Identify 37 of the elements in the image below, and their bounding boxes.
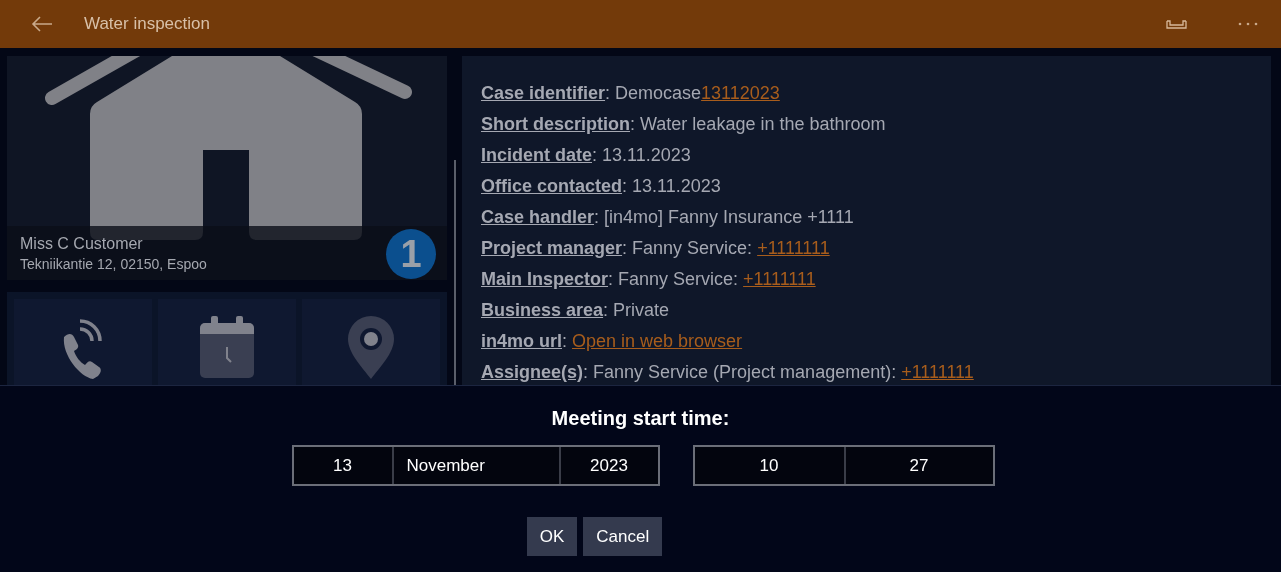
call-button[interactable] [14,299,152,385]
property-card[interactable]: Miss C Customer Tekniikantie 12, 02150, Espoo 1 [7,56,447,280]
detail-row-text: Incident date: 13.11.2023 [481,144,692,167]
day-field[interactable]: 13 [293,447,392,484]
detail-row-text: Assignee(s): Fanny Service (Project management): +1111111 [481,361,975,384]
hour-field[interactable]: 10 [694,447,844,484]
ok-button[interactable]: OK [526,517,578,556]
detail-row-text: Main Inspector: Fanny Service: +1111111 [481,268,817,291]
map-pin-icon [347,315,395,379]
cancel-button[interactable]: Cancel [583,517,663,556]
detail-row-text: Project manager: Fanny Service: +1111111 [481,237,831,260]
detail-row-text: Business area: Private [481,299,671,322]
link[interactable]: +1111111 [757,238,830,258]
detail-row-text: Short description: Water leakage in the bathroom [481,113,887,136]
time-picker[interactable]: 10 27 [692,445,995,486]
link[interactable]: +1111111 [901,362,974,382]
calendar-button[interactable] [158,299,296,385]
link[interactable]: +1111111 [743,269,816,289]
tray-icon [1165,19,1187,29]
window-title: Water inspection [84,13,210,36]
date-picker[interactable]: 13 November 2023 [291,445,660,486]
link[interactable]: Open in web browser [572,331,743,351]
more-icon [1238,22,1258,26]
customer-address: Tekniikantie 12, 02150, Espoo [20,255,207,274]
detail-row-text: Office contacted: 13.11.2023 [481,175,722,198]
scrollbar[interactable] [453,160,456,385]
link[interactable]: 13112023 [701,83,780,103]
customer-name: Miss C Customer [20,234,143,254]
dialog-title: Meeting start time: [551,406,730,431]
detail-row-text: Case identifier: Democase13112023 [481,82,781,105]
year-field[interactable]: 2023 [558,447,658,484]
minute-field[interactable]: 27 [843,447,993,484]
back-arrow-icon [31,16,53,32]
month-field[interactable]: November [391,447,559,484]
calendar-clock-icon [199,315,255,379]
detail-row-text: Case handler: [in4mo] Fanny Insurance +1111 [481,206,855,229]
detail-row-text: in4mo url: Open in web browser [481,330,744,353]
